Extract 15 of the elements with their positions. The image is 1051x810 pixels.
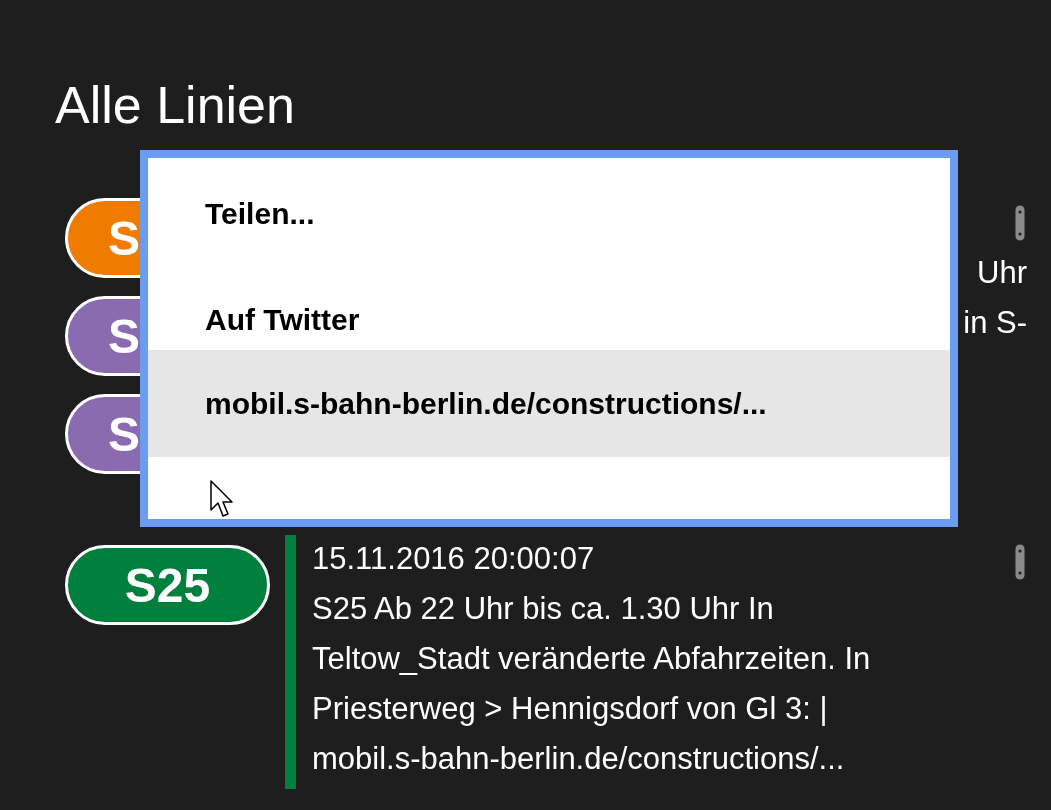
message-text: Priesterweg > Hennigsdorf von Gl 3: |	[312, 690, 829, 728]
pin-icon[interactable]	[1013, 543, 1027, 581]
message-text: in S-	[963, 304, 1027, 342]
page-title: Alle Linien	[55, 75, 296, 136]
message-text: mobil.s-bahn-berlin.de/constructions/...	[312, 740, 846, 778]
message-text: Teltow_Stadt veränderte Abfahrzeiten. In	[312, 640, 872, 678]
message-text: S25 Ab 22 Uhr bis ca. 1.30 Uhr In	[312, 590, 775, 628]
message-time: 15.11.2016 20:00:07	[312, 540, 596, 578]
cursor-icon	[210, 480, 234, 518]
menu-item[interactable]: mobil.s-bahn-berlin.de/constructions/...	[148, 350, 950, 457]
pin-icon[interactable]	[1013, 204, 1027, 242]
message-text: Uhr	[977, 254, 1027, 292]
line-badge[interactable]: S25	[65, 545, 270, 625]
menu-item[interactable]: Auf Twitter	[148, 292, 950, 348]
menu-item[interactable]: Teilen...	[148, 186, 950, 242]
